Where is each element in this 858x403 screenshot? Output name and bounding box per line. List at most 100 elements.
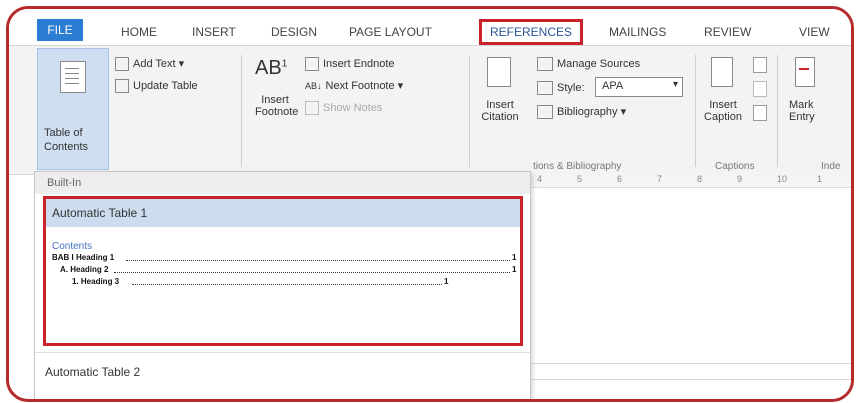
- endnote-icon: [305, 57, 319, 71]
- update-table-label: Update Table: [133, 79, 198, 92]
- ribbon-tab-bar: FILE HOME INSERT DESIGN PAGE LAYOUT REFE…: [9, 9, 851, 45]
- insert-caption-button[interactable]: Insert Caption: [701, 57, 745, 123]
- toc-contents-heading: Contents: [52, 241, 93, 252]
- group-separator: [695, 55, 696, 167]
- document-area[interactable]: 4 5 6 7 8 9 10 1: [529, 173, 851, 399]
- toc-label-line1: Table of: [44, 127, 83, 139]
- style-label: Style:: [557, 81, 585, 94]
- next-footnote-icon: AB↓: [305, 81, 322, 91]
- automatic-table-1-option[interactable]: Automatic Table 1 Contents BAB I Heading…: [43, 196, 523, 346]
- style-value: APA: [602, 80, 624, 92]
- built-in-header: Built-In: [35, 172, 530, 194]
- tab-home[interactable]: HOME: [121, 25, 157, 39]
- insert-footnote-line2: Footnote: [255, 106, 299, 118]
- insert-citation-button[interactable]: Insert Citation: [477, 57, 523, 123]
- toc-leader-dots: [114, 272, 510, 273]
- ruler-tick: 1: [817, 174, 823, 184]
- insert-endnote-button[interactable]: Insert Endnote: [305, 57, 395, 71]
- bibliography-icon: [537, 105, 553, 120]
- tab-view[interactable]: VIEW: [799, 25, 830, 39]
- tab-mailings[interactable]: MAILINGS: [609, 25, 666, 39]
- insert-table-of-figures-icon[interactable]: [753, 57, 767, 73]
- mark-entry-line1: Mark: [789, 99, 814, 111]
- ruler-tick: 5: [577, 174, 583, 184]
- insert-citation-line1: Insert: [486, 99, 514, 111]
- group-separator: [241, 55, 242, 167]
- show-notes-label: Show Notes: [323, 101, 383, 114]
- tab-references[interactable]: REFERENCES: [479, 19, 584, 45]
- manage-sources-icon: [537, 57, 553, 71]
- ruler-tick: 7: [657, 174, 663, 184]
- chevron-down-icon: ▾: [672, 79, 678, 90]
- show-notes-button[interactable]: Show Notes: [305, 101, 382, 115]
- bibliography-label: Bibliography: [557, 106, 618, 118]
- insert-citation-icon: [487, 57, 511, 87]
- automatic-table-2-option[interactable]: Automatic Table 2: [45, 365, 140, 379]
- add-text-button[interactable]: Add Text ▾: [115, 57, 184, 72]
- manage-sources-button[interactable]: Manage Sources: [537, 57, 640, 71]
- manage-sources-label: Manage Sources: [557, 57, 641, 70]
- cross-reference-icon[interactable]: [753, 105, 767, 121]
- style-icon: [537, 81, 553, 95]
- insert-footnote-line1: Insert: [261, 94, 289, 106]
- tab-review[interactable]: REVIEW: [704, 25, 751, 39]
- toc-preview-line-text: A. Heading 2: [60, 265, 109, 274]
- tab-file[interactable]: FILE: [37, 19, 83, 41]
- toc-preview-line: BAB I Heading 1 1: [52, 252, 516, 264]
- insert-caption-line1: Insert: [709, 99, 737, 111]
- index-group-label: Inde: [821, 161, 841, 172]
- mark-entry-line2: Entry: [789, 111, 815, 123]
- document-line: [529, 363, 851, 364]
- ruler-tick: 8: [697, 174, 703, 184]
- ruler-tick: 6: [617, 174, 623, 184]
- toc-preview-line: A. Heading 2 1: [52, 264, 516, 276]
- update-table-icon: [115, 79, 129, 93]
- insert-caption-line2: Caption: [704, 111, 742, 123]
- captions-group-label: Captions: [715, 161, 755, 172]
- footnote-icon: AB1: [255, 57, 288, 79]
- ruler-tick: 10: [777, 174, 788, 184]
- toc-preview-page: 1: [444, 277, 449, 286]
- toc-preview-line-text: BAB I Heading 1: [52, 253, 115, 262]
- add-text-icon: [115, 57, 129, 72]
- update-table-button[interactable]: Update Table: [115, 79, 198, 93]
- ruler-tick: 4: [537, 174, 543, 184]
- bibliography-button[interactable]: Bibliography ▾: [537, 105, 626, 120]
- ruler-tick: 9: [737, 174, 743, 184]
- table-of-contents-button[interactable]: Table of Contents: [37, 48, 109, 170]
- toc-preview-line-text: 1. Heading 3: [72, 277, 120, 286]
- document-line: [529, 379, 851, 380]
- toc-preview-page: 1: [512, 253, 517, 262]
- toc-leader-dots: [126, 260, 510, 261]
- toc-preview-page: 1: [512, 265, 517, 274]
- mark-entry-icon: [795, 57, 815, 87]
- group-separator: [469, 55, 470, 167]
- toc-gallery-dropdown: Built-In Automatic Table 1 Contents BAB …: [34, 171, 531, 399]
- automatic-table-1-title: Automatic Table 1: [46, 199, 520, 227]
- screenshot-frame: FILE HOME INSERT DESIGN PAGE LAYOUT REFE…: [6, 6, 854, 402]
- insert-footnote-button[interactable]: AB1 Insert Footnote: [255, 57, 299, 118]
- citations-group-label: tions & Bibliography: [533, 161, 622, 172]
- toc-leader-dots: [132, 284, 442, 285]
- ruler: 4 5 6 7 8 9 10 1: [529, 173, 851, 188]
- table-of-contents-icon: [60, 61, 86, 93]
- style-selector[interactable]: Style:: [537, 81, 585, 95]
- toc-label-line2: Contents: [44, 141, 89, 153]
- show-notes-icon: [305, 101, 319, 115]
- add-text-label: Add Text: [133, 58, 176, 70]
- toc-preview: Contents BAB I Heading 1 1 A. Heading 2 …: [52, 241, 516, 288]
- group-separator: [777, 55, 778, 167]
- gallery-divider: [35, 352, 530, 353]
- toc-preview-line: 1. Heading 3 1: [52, 276, 516, 288]
- insert-endnote-label: Insert Endnote: [323, 57, 395, 70]
- tab-insert[interactable]: INSERT: [192, 25, 236, 39]
- update-table-icon[interactable]: [753, 81, 767, 97]
- mark-entry-button[interactable]: Mark Entry: [789, 57, 829, 123]
- next-footnote-button[interactable]: AB↓ Next Footnote ▾: [305, 79, 403, 92]
- tab-page-layout[interactable]: PAGE LAYOUT: [349, 25, 432, 39]
- insert-caption-icon: [711, 57, 733, 87]
- insert-citation-line2: Citation: [481, 111, 519, 123]
- tab-design[interactable]: DESIGN: [271, 25, 317, 39]
- style-dropdown[interactable]: APA ▾: [595, 77, 683, 97]
- next-footnote-label: Next Footnote: [325, 80, 395, 92]
